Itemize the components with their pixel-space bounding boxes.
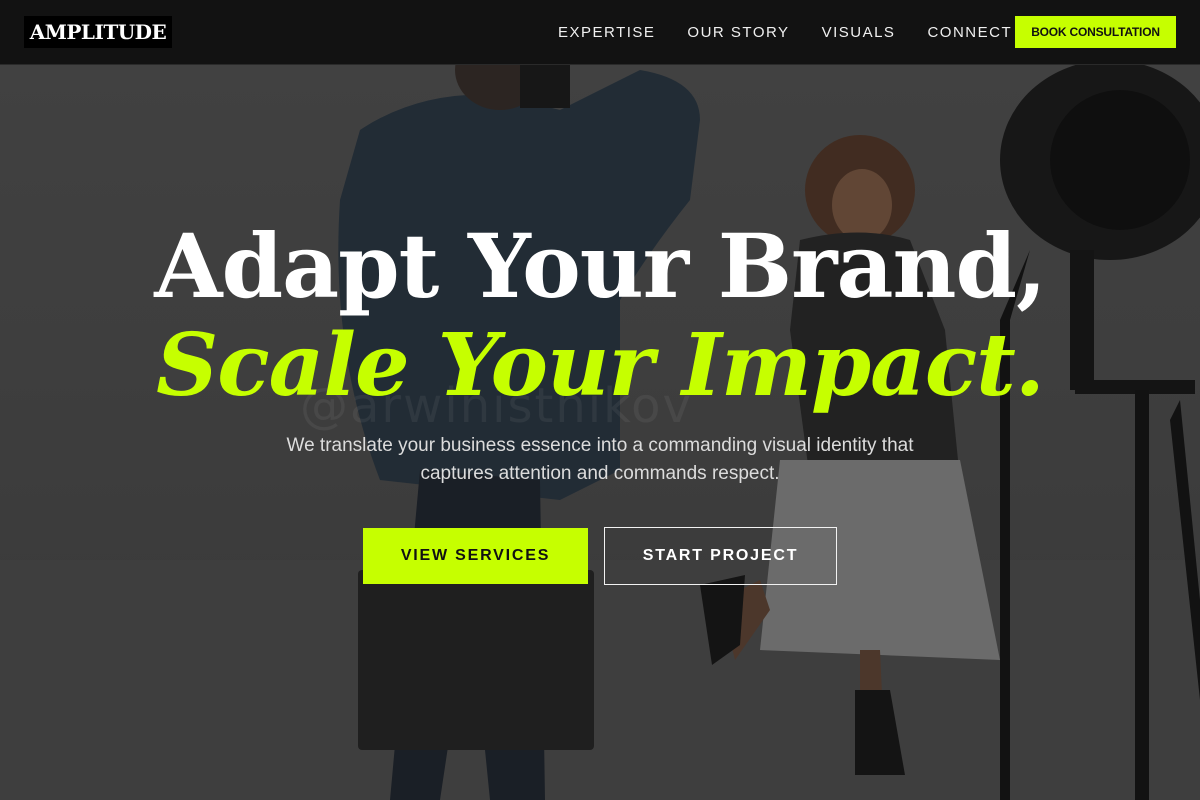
nav-link-connect[interactable]: CONNECT xyxy=(911,24,1028,41)
hero-headline-line-2: Scale Your Impact. xyxy=(156,315,1045,416)
start-project-button[interactable]: START PROJECT xyxy=(604,527,837,585)
nav-link-expertise[interactable]: EXPERTISE xyxy=(542,24,671,41)
top-navigation-bar: AMPLITUDE EXPERTISE OUR STORY VISUALS CO… xyxy=(0,0,1200,65)
nav-link-visuals[interactable]: VISUALS xyxy=(806,24,912,41)
hero-subtext: We translate your business essence into … xyxy=(286,435,914,484)
hero-headline-line-1: Adapt Your Brand, xyxy=(154,214,1046,318)
brand-logo[interactable]: AMPLITUDE xyxy=(24,16,172,48)
nav-link-our-story[interactable]: OUR STORY xyxy=(671,24,805,41)
view-services-button[interactable]: VIEW SERVICES xyxy=(363,528,588,584)
book-consultation-button[interactable]: BOOK CONSULTATION xyxy=(1015,16,1176,48)
main-nav-links: EXPERTISE OUR STORY VISUALS CONNECT xyxy=(542,0,1028,64)
